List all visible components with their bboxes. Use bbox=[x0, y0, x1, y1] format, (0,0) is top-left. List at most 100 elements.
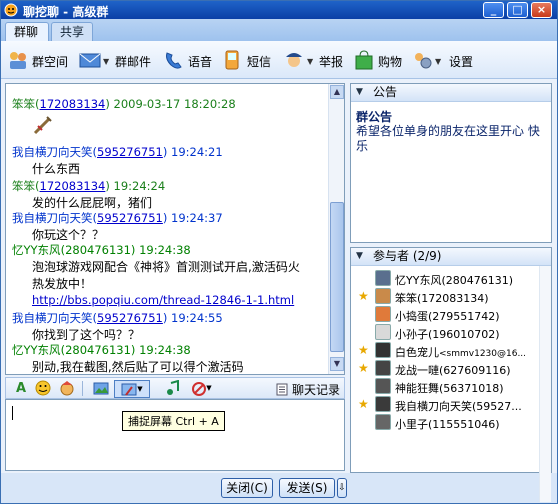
message-header: 我自横刀向天笑(595276751) 19:24:21 bbox=[12, 145, 223, 159]
voice-button[interactable]: 语音 bbox=[163, 47, 215, 73]
member-name: 龙战一嗹(627609116) bbox=[395, 364, 511, 377]
avatar bbox=[375, 306, 391, 322]
avatar bbox=[375, 414, 391, 430]
send-button[interactable]: 发送(S) bbox=[279, 478, 335, 498]
block-image-button[interactable]: ▼ bbox=[188, 380, 216, 398]
smiley-icon[interactable] bbox=[34, 380, 52, 398]
main-toolbar: 群空间 ▼ 群邮件 语音 短信 ▼ 举报 购物 ▼ 设置 bbox=[1, 41, 557, 79]
member-name: 小里子(115551046) bbox=[395, 418, 500, 431]
message-text: 你玩这个？？ bbox=[32, 228, 105, 242]
send-image-icon[interactable] bbox=[92, 380, 110, 398]
group-space-button[interactable]: 群空间 bbox=[7, 47, 73, 73]
member-name: 笨笨(172083134) bbox=[395, 292, 489, 305]
report-button[interactable]: ▼ 举报 bbox=[283, 47, 345, 73]
title-bar[interactable]: 聊挖聊 - 高级群 _ □ × bbox=[1, 1, 557, 19]
message-header: 我自横刀向天笑(595276751) 19:24:55 bbox=[12, 311, 223, 325]
sender-uid-link[interactable]: 595276751 bbox=[97, 311, 163, 325]
shopping-button[interactable]: 购物 bbox=[353, 47, 405, 73]
settings-people-icon bbox=[415, 53, 432, 69]
message-time: 19:24:37 bbox=[171, 211, 223, 225]
input-toolbar: A ▼ ▼ 聊天记录 bbox=[5, 377, 345, 399]
message-time: 2009-03-17 18:20:28 bbox=[113, 97, 236, 111]
app-logo-icon bbox=[4, 3, 18, 17]
notice-panel-header[interactable]: ▼ 公告 bbox=[351, 84, 551, 102]
send-options-arrow[interactable]: ⇩ bbox=[337, 478, 347, 498]
music-note-icon[interactable] bbox=[164, 379, 182, 398]
scroll-down-arrow[interactable]: ▼ bbox=[330, 357, 344, 371]
member-name: 白色宠儿<smmv1230@16... bbox=[395, 346, 527, 359]
group-space-label: 群空间 bbox=[32, 55, 69, 69]
settings-button[interactable]: ▼ 设置 bbox=[411, 47, 477, 73]
sender-uid-link[interactable]: 595276751 bbox=[97, 211, 163, 225]
window-title: 聊挖聊 - 高级群 bbox=[23, 5, 109, 19]
maximize-button[interactable]: □ bbox=[507, 2, 528, 18]
text-caret bbox=[12, 406, 13, 420]
police-icon bbox=[286, 53, 302, 67]
font-icon[interactable]: A bbox=[12, 380, 30, 398]
collapse-arrow-icon: ▼ bbox=[356, 251, 363, 261]
sender-uid-link[interactable]: 172083134 bbox=[40, 179, 106, 193]
tab-group-chat[interactable]: 群聊 bbox=[5, 22, 49, 41]
member-name: 我自横刀向天笑(59527... bbox=[395, 400, 522, 413]
close-button[interactable]: 关闭(C) bbox=[221, 478, 273, 498]
sender-uid: 280476131 bbox=[65, 343, 131, 357]
chevron-down-icon: ▼ bbox=[307, 57, 314, 66]
admin-star-icon: ★ bbox=[358, 289, 369, 303]
scroll-up-arrow[interactable]: ▲ bbox=[330, 85, 344, 99]
message-header: 笨笨(172083134) 2009-03-17 18:20:28 bbox=[12, 97, 236, 111]
settings-label: 设置 bbox=[449, 55, 474, 69]
shopping-label: 购物 bbox=[378, 55, 403, 69]
members-scrollbar[interactable] bbox=[539, 266, 551, 502]
sender-name: 笨笨 bbox=[12, 97, 35, 111]
avatar bbox=[375, 324, 391, 340]
avatar bbox=[375, 270, 391, 286]
house-people-icon bbox=[10, 52, 26, 69]
sender-uid: 280476131 bbox=[65, 243, 131, 257]
message-text: 热发放中！ bbox=[32, 277, 93, 291]
avatar bbox=[375, 378, 391, 394]
tab-share[interactable]: 共享 bbox=[51, 22, 93, 41]
sms-label: 短信 bbox=[247, 55, 272, 69]
chat-history-button[interactable]: 聊天记录 bbox=[276, 381, 340, 398]
scroll-thumb[interactable] bbox=[330, 202, 344, 352]
message-header: 笨笨(172083134) 19:24:24 bbox=[12, 179, 166, 193]
chevron-down-icon: ▼ bbox=[435, 57, 442, 66]
collapse-arrow-icon: ▼ bbox=[356, 87, 363, 97]
magic-face-icon[interactable] bbox=[58, 380, 76, 398]
message-time: 19:24:38 bbox=[139, 243, 191, 257]
sender-name: 忆YY东风 bbox=[12, 243, 61, 257]
admin-star-icon: ★ bbox=[358, 343, 369, 357]
notice-panel: ▼ 公告 群公告 希望各位单身的朋友在这里开心 快乐 bbox=[350, 83, 552, 243]
sender-uid-link[interactable]: 172083134 bbox=[40, 97, 106, 111]
sms-button[interactable]: 短信 bbox=[221, 47, 273, 73]
members-panel: ▼ 参与者 (2/9) 忆YY东风(280476131) ★ 笨笨(172083… bbox=[350, 247, 552, 502]
message-text: 发的什么屁屁啊，猪们 bbox=[32, 196, 153, 210]
sender-uid-link[interactable]: 595276751 bbox=[97, 145, 163, 159]
toolbar-divider bbox=[82, 381, 83, 396]
chat-window: 聊挖聊 - 高级群 _ □ × 群聊 共享 群空间 ▼ 群邮件 语音 短信 ▼ … bbox=[0, 0, 558, 504]
voice-label: 语音 bbox=[188, 55, 213, 69]
group-mail-button[interactable]: ▼ 群邮件 bbox=[79, 47, 155, 73]
close-window-button[interactable]: × bbox=[531, 2, 552, 18]
message-time: 19:24:24 bbox=[113, 179, 166, 193]
screen-capture-button[interactable]: ▼ bbox=[114, 380, 150, 398]
history-icon bbox=[276, 383, 288, 396]
message-text: 你找到了这个吗？？ bbox=[32, 328, 141, 342]
minimize-button[interactable]: _ bbox=[483, 2, 504, 18]
message-text: 什么东西 bbox=[32, 162, 81, 176]
message-header: 我自横刀向天笑(595276751) 19:24:37 bbox=[12, 211, 223, 225]
admin-star-icon: ★ bbox=[358, 397, 369, 411]
member-name: 神能狂舞(56371018) bbox=[395, 382, 504, 395]
message-text: 别动,我在截图,然后贴了可以得个激活码 bbox=[32, 360, 244, 374]
notice-header-label: 公告 bbox=[373, 85, 398, 99]
sender-name: 笨笨 bbox=[12, 179, 35, 193]
chat-scrollbar[interactable]: ▲ ▼ bbox=[328, 84, 344, 374]
chat-history-pane[interactable]: 笨笨(172083134) 2009-03-17 18:20:28 我自横刀向天… bbox=[5, 83, 345, 375]
message-input[interactable] bbox=[5, 399, 345, 471]
member-name: 忆YY东风(280476131) bbox=[395, 274, 514, 287]
message-link[interactable]: http://bbs.popqiu.com/thread-12846-1-1.h… bbox=[32, 293, 294, 307]
members-panel-header[interactable]: ▼ 参与者 (2/9) bbox=[351, 248, 551, 266]
sword-emoticon-icon bbox=[33, 116, 52, 135]
envelope-icon bbox=[79, 53, 101, 68]
chevron-down-icon: ▼ bbox=[206, 384, 212, 392]
